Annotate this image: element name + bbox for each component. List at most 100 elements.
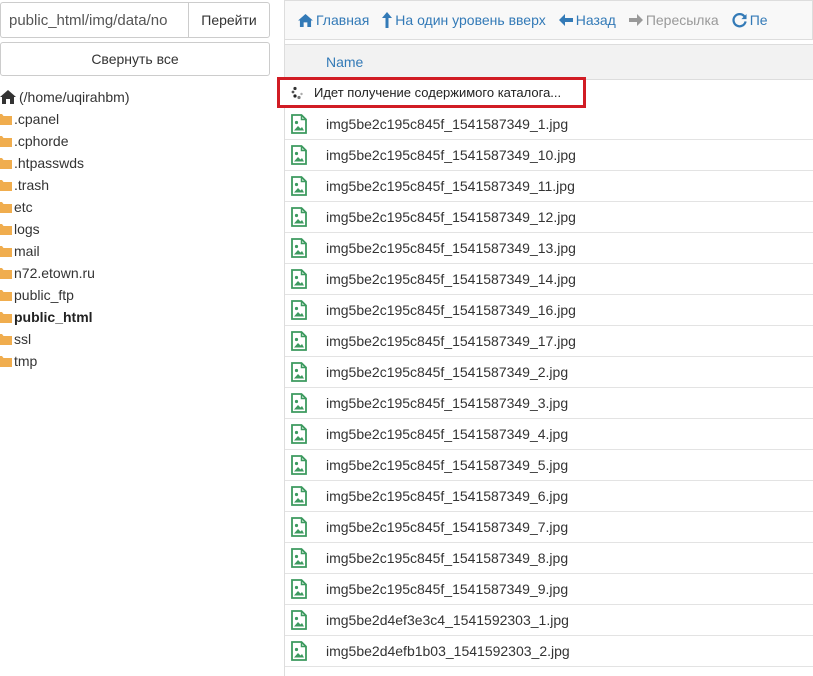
image-file-icon <box>291 362 307 382</box>
file-name: img5be2c195c845f_1541587349_4.jpg <box>326 426 569 442</box>
file-row[interactable]: img5be2c195c845f_1541587349_3.jpg <box>285 388 813 419</box>
tree-folder-label: .cpanel <box>14 111 60 127</box>
tree-folder-item[interactable]: mail <box>0 240 270 262</box>
file-name: img5be2c195c845f_1541587349_2.jpg <box>326 364 569 380</box>
back-button-label: Назад <box>575 12 616 28</box>
image-file-icon <box>291 269 307 289</box>
file-row[interactable]: img5be2c195c845f_1541587349_7.jpg <box>285 512 813 543</box>
forward-button[interactable]: Пересылка <box>628 12 719 28</box>
up-one-level-button[interactable]: На один уровень вверх <box>382 12 546 28</box>
reload-button-label: Пе <box>749 12 768 28</box>
file-row[interactable]: img5be2c195c845f_1541587349_16.jpg <box>285 295 813 326</box>
tree-folder-label: ssl <box>14 331 32 347</box>
file-row[interactable]: img5be2c195c845f_1541587349_6.jpg <box>285 481 813 512</box>
folder-icon <box>0 180 12 191</box>
refresh-icon <box>732 12 747 27</box>
tree-root-label: (/home/uqirahbm) <box>19 89 130 105</box>
reload-button[interactable]: Пе <box>732 12 768 28</box>
name-column-header[interactable]: Name <box>326 54 363 70</box>
file-row[interactable]: img5be2c195c845f_1541587349_10.jpg <box>285 140 813 171</box>
image-file-icon <box>291 610 307 630</box>
folder-icon <box>0 136 12 147</box>
file-name: img5be2c195c845f_1541587349_16.jpg <box>326 302 576 318</box>
image-file-icon <box>291 548 307 568</box>
tree-folder-item[interactable]: .trash <box>0 174 270 196</box>
file-name: img5be2c195c845f_1541587349_9.jpg <box>326 581 569 597</box>
tree-folder-label: .htpasswds <box>14 155 85 171</box>
file-row[interactable]: img5be2d4ef3e3c4_1541592303_1.jpg <box>285 605 813 636</box>
folder-icon <box>0 334 12 345</box>
path-input[interactable]: public_html/img/data/no <box>0 2 188 38</box>
folder-icon <box>0 114 12 125</box>
file-row[interactable]: img5be2c195c845f_1541587349_13.jpg <box>285 233 813 264</box>
file-row[interactable]: img5be2c195c845f_1541587349_11.jpg <box>285 171 813 202</box>
arrow-left-icon <box>558 14 573 26</box>
level-up-icon <box>382 12 393 28</box>
tree-folder-item[interactable]: tmp <box>0 350 270 372</box>
file-name: img5be2c195c845f_1541587349_5.jpg <box>326 457 569 473</box>
go-button[interactable]: Перейти <box>188 2 270 38</box>
file-row[interactable]: img5be2c195c845f_1541587349_1.jpg <box>285 109 813 140</box>
file-row[interactable]: img5be2c195c845f_1541587349_8.jpg <box>285 543 813 574</box>
tree-folder-item[interactable]: .htpasswds <box>0 152 270 174</box>
table-header: Name <box>285 44 813 80</box>
folder-icon <box>0 356 12 367</box>
home-icon <box>0 90 16 104</box>
collapse-all-button[interactable]: Свернуть все <box>0 42 270 76</box>
file-row[interactable]: img5be2c195c845f_1541587349_4.jpg <box>285 419 813 450</box>
loading-text: Идет получение содержимого каталога... <box>314 85 562 100</box>
tree-folder-label: mail <box>14 243 40 259</box>
file-row[interactable]: img5be2c195c845f_1541587349_12.jpg <box>285 202 813 233</box>
file-name: img5be2c195c845f_1541587349_6.jpg <box>326 488 569 504</box>
image-file-icon <box>291 517 307 537</box>
tree-folder-label: .trash <box>14 177 50 193</box>
tree-folder-label: etc <box>14 199 33 215</box>
tree-folder-item[interactable]: public_html <box>0 306 270 328</box>
image-file-icon <box>291 207 307 227</box>
folder-icon <box>0 312 12 323</box>
file-name: img5be2c195c845f_1541587349_7.jpg <box>326 519 569 535</box>
file-row[interactable]: img5be2c195c845f_1541587349_14.jpg <box>285 264 813 295</box>
tree-folder-item[interactable]: public_ftp <box>0 284 270 306</box>
toolbar: Главная На один уровень вверх Назад Пере… <box>285 0 813 40</box>
image-file-icon <box>291 300 307 320</box>
tree-root[interactable]: (/home/uqirahbm) <box>0 86 270 108</box>
image-file-icon <box>291 424 307 444</box>
image-file-icon <box>291 455 307 475</box>
left-panel: public_html/img/data/no Перейти Свернуть… <box>0 0 272 676</box>
file-name: img5be2c195c845f_1541587349_14.jpg <box>326 271 576 287</box>
tree-folder-label: tmp <box>14 353 38 369</box>
image-file-icon <box>291 579 307 599</box>
tree-folder-item[interactable]: .cphorde <box>0 130 270 152</box>
tree-folder-item[interactable]: etc <box>0 196 270 218</box>
tree-folder-item[interactable]: n72.etown.ru <box>0 262 270 284</box>
path-bar: public_html/img/data/no Перейти <box>0 2 270 38</box>
tree-folder-label: public_ftp <box>14 287 74 303</box>
spinner-icon <box>291 86 303 99</box>
file-row[interactable]: img5be2c195c845f_1541587349_2.jpg <box>285 357 813 388</box>
file-name: img5be2d4efb1b03_1541592303_2.jpg <box>326 643 570 659</box>
file-row[interactable]: img5be2d4efb1b03_1541592303_2.jpg <box>285 636 813 667</box>
tree-folder-label: .cphorde <box>14 133 69 149</box>
folder-tree: (/home/uqirahbm) .cpanel .cphorde .htpassw… <box>0 86 270 372</box>
file-name: img5be2d4ef3e3c4_1541592303_1.jpg <box>326 612 569 628</box>
home-button[interactable]: Главная <box>298 12 369 28</box>
file-row[interactable]: img5be2c195c845f_1541587349_17.jpg <box>285 326 813 357</box>
image-file-icon <box>291 486 307 506</box>
file-row[interactable]: img5be2c195c845f_1541587349_9.jpg <box>285 574 813 605</box>
folder-icon <box>0 202 12 213</box>
file-list: img5be2c195c845f_1541587349_1.jpg img5be2… <box>285 109 813 667</box>
home-button-label: Главная <box>316 12 370 28</box>
tree-folder-item[interactable]: logs <box>0 218 270 240</box>
folder-icon <box>0 268 12 279</box>
file-row[interactable]: img5be2c195c845f_1541587349_5.jpg <box>285 450 813 481</box>
tree-folder-item[interactable]: .cpanel <box>0 108 270 130</box>
tree-folder-label: public_html <box>14 309 93 325</box>
file-name: img5be2c195c845f_1541587349_13.jpg <box>326 240 576 256</box>
back-button[interactable]: Назад <box>558 12 616 28</box>
image-file-icon <box>291 641 307 661</box>
folder-icon <box>0 224 12 235</box>
tree-folder-item[interactable]: ssl <box>0 328 270 350</box>
tree-folder-label: n72.etown.ru <box>14 265 95 281</box>
file-name: img5be2c195c845f_1541587349_8.jpg <box>326 550 569 566</box>
